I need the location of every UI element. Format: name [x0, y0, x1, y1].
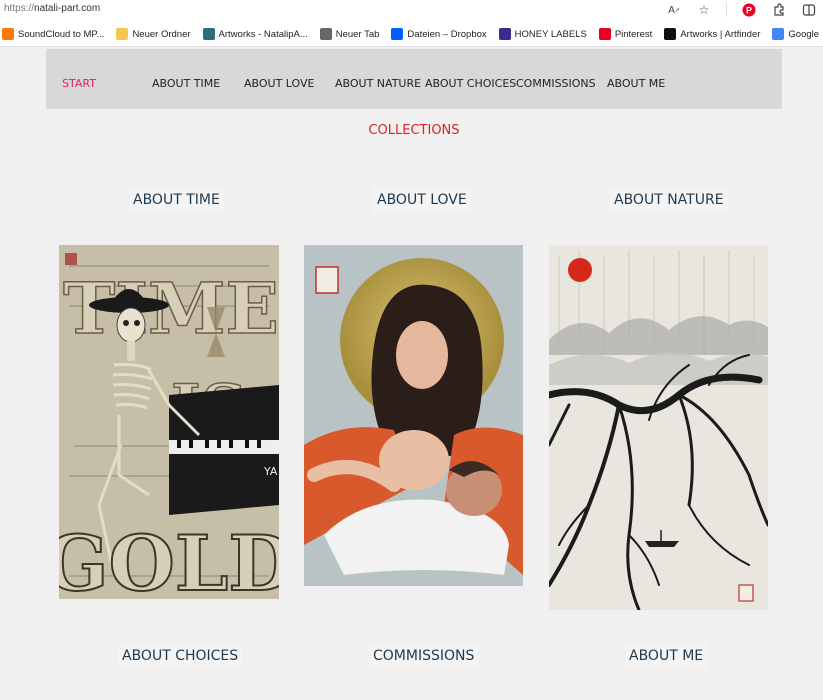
bookmark-label: Neuer Ordner — [132, 28, 191, 40]
address-bar[interactable]: https://natali-part.com A ↗ ☆ P — [0, 0, 823, 22]
collection-title-about-me[interactable]: ABOUT ME — [625, 644, 708, 668]
bookmark-favicon-icon — [2, 28, 14, 40]
collections-heading: COLLECTIONS — [368, 123, 460, 138]
bookmark-item[interactable]: Dateien – Dropbox — [391, 28, 487, 40]
collection-title-about-nature[interactable]: ABOUT NATURE — [610, 188, 728, 212]
artwork-about-time[interactable]: TIME IS YA GOLD — [59, 245, 279, 599]
nav-about-time[interactable]: ABOUT TIME — [152, 77, 220, 90]
bookmark-item[interactable]: Neuer Tab — [319, 28, 380, 40]
painting-text-ya: YA — [263, 465, 278, 478]
pinterest-extension-icon[interactable]: P — [741, 2, 757, 18]
artwork-about-nature[interactable] — [549, 245, 768, 610]
collection-title-about-choices[interactable]: ABOUT CHOICES — [118, 644, 243, 668]
bookmark-label: Neuer Tab — [335, 28, 380, 40]
bookmark-label: Pinterest — [614, 28, 653, 40]
bookmark-item[interactable]: Pinterest — [598, 28, 653, 40]
website-content: START ABOUT TIME ABOUT LOVE ABOUT NATURE… — [46, 49, 782, 700]
collection-title-about-love[interactable]: ABOUT LOVE — [373, 188, 471, 212]
bookmark-favicon-icon — [202, 28, 215, 40]
favorite-star-icon[interactable]: ☆ — [696, 2, 712, 18]
collection-title-commissions[interactable]: COMMISSIONS — [369, 644, 479, 668]
bookmark-label: Dateien – Dropbox — [407, 28, 487, 40]
bookmark-label: Google — [788, 28, 820, 40]
divider — [726, 3, 727, 17]
bookmark-favicon-icon — [319, 28, 332, 40]
bookmark-label: HONEY LABELS — [514, 28, 587, 40]
nav-about-nature[interactable]: ABOUT NATURE — [335, 77, 421, 90]
nav-commissions[interactable]: COMMISSIONS — [516, 77, 596, 90]
nav-start[interactable]: START — [62, 77, 96, 90]
collection-title-about-time[interactable]: ABOUT TIME — [129, 188, 224, 212]
url-text[interactable]: https://natali-part.com — [4, 3, 100, 14]
read-aloud-icon[interactable]: A ↗ — [666, 2, 682, 18]
extensions-puzzle-icon[interactable] — [771, 2, 787, 18]
bookmark-favicon-icon — [498, 28, 511, 40]
bookmark-item[interactable]: Neuer Ordner — [116, 28, 191, 40]
bookmark-item[interactable]: Artworks | Artfinder — [664, 28, 760, 40]
bookmark-item[interactable]: Artworks - NatalipA... — [202, 28, 308, 40]
bookmark-favicon-icon — [664, 28, 677, 40]
bookmark-label: SoundCloud to MP... — [18, 28, 105, 40]
svg-text:P: P — [746, 6, 752, 16]
nav-about-me[interactable]: ABOUT ME — [607, 77, 665, 90]
split-screen-icon[interactable] — [801, 2, 817, 18]
bookmark-favicon-icon — [116, 28, 129, 40]
bookmark-label: Artworks - NatalipA... — [218, 28, 308, 40]
artwork-about-love[interactable] — [304, 245, 523, 586]
bookmark-favicon-icon — [772, 28, 785, 40]
bookmark-favicon-icon — [391, 28, 404, 40]
painting-text-gold: GOLD — [59, 519, 279, 599]
nav-about-choices[interactable]: ABOUT CHOICES — [425, 77, 516, 90]
main-nav: START ABOUT TIME ABOUT LOVE ABOUT NATURE… — [46, 49, 782, 109]
bookmark-label: Artworks | Artfinder — [680, 28, 761, 40]
bookmark-item[interactable]: Google — [772, 28, 819, 40]
bookmark-item[interactable]: HONEY LABELS — [498, 28, 587, 40]
nav-about-love[interactable]: ABOUT LOVE — [244, 77, 314, 90]
bookmarks-bar: SoundCloud to MP... Neuer Ordner Artworks … — [0, 22, 823, 47]
bookmark-favicon-icon — [598, 28, 611, 40]
bookmark-item[interactable]: SoundCloud to MP... — [2, 28, 104, 40]
